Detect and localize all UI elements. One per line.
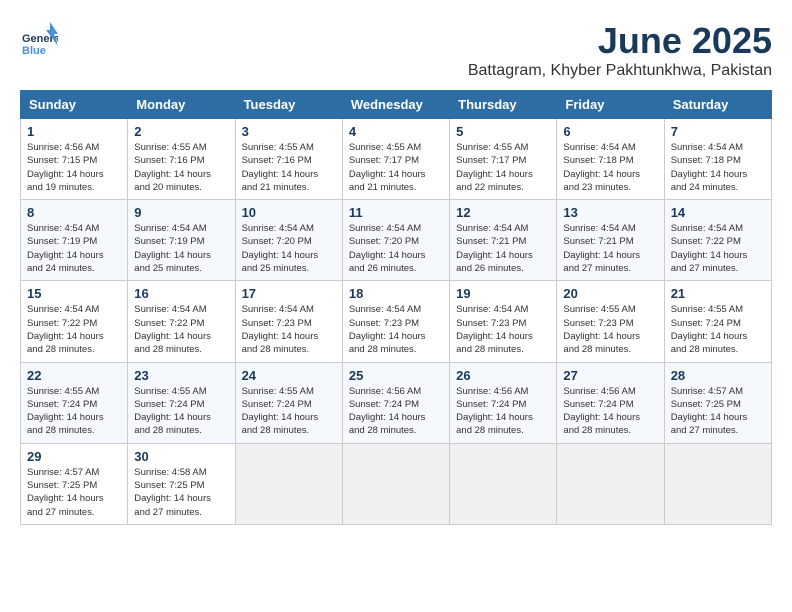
calendar-week-row: 1Sunrise: 4:56 AMSunset: 7:15 PMDaylight…	[21, 119, 772, 200]
table-row: 28Sunrise: 4:57 AMSunset: 7:25 PMDayligh…	[664, 362, 771, 443]
page-header: General Blue June 2025 Battagram, Khyber…	[20, 20, 772, 80]
table-row: 30Sunrise: 4:58 AMSunset: 7:25 PMDayligh…	[128, 443, 235, 524]
svg-text:Blue: Blue	[22, 45, 46, 57]
table-row: 14Sunrise: 4:54 AMSunset: 7:22 PMDayligh…	[664, 200, 771, 281]
table-row: 18Sunrise: 4:54 AMSunset: 7:23 PMDayligh…	[342, 281, 449, 362]
table-row: 20Sunrise: 4:55 AMSunset: 7:23 PMDayligh…	[557, 281, 664, 362]
table-row: 13Sunrise: 4:54 AMSunset: 7:21 PMDayligh…	[557, 200, 664, 281]
table-row: 7Sunrise: 4:54 AMSunset: 7:18 PMDaylight…	[664, 119, 771, 200]
empty-cell	[450, 443, 557, 524]
table-row: 11Sunrise: 4:54 AMSunset: 7:20 PMDayligh…	[342, 200, 449, 281]
table-row: 1Sunrise: 4:56 AMSunset: 7:15 PMDaylight…	[21, 119, 128, 200]
table-row: 5Sunrise: 4:55 AMSunset: 7:17 PMDaylight…	[450, 119, 557, 200]
calendar-week-row: 22Sunrise: 4:55 AMSunset: 7:24 PMDayligh…	[21, 362, 772, 443]
table-row: 25Sunrise: 4:56 AMSunset: 7:24 PMDayligh…	[342, 362, 449, 443]
calendar-week-row: 29Sunrise: 4:57 AMSunset: 7:25 PMDayligh…	[21, 443, 772, 524]
table-row: 21Sunrise: 4:55 AMSunset: 7:24 PMDayligh…	[664, 281, 771, 362]
calendar-header-row: Sunday Monday Tuesday Wednesday Thursday…	[21, 91, 772, 119]
logo-icon: General Blue	[20, 20, 58, 58]
table-row: 8Sunrise: 4:54 AMSunset: 7:19 PMDaylight…	[21, 200, 128, 281]
table-row: 23Sunrise: 4:55 AMSunset: 7:24 PMDayligh…	[128, 362, 235, 443]
col-friday: Friday	[557, 91, 664, 119]
table-row: 24Sunrise: 4:55 AMSunset: 7:24 PMDayligh…	[235, 362, 342, 443]
table-row: 6Sunrise: 4:54 AMSunset: 7:18 PMDaylight…	[557, 119, 664, 200]
calendar-week-row: 15Sunrise: 4:54 AMSunset: 7:22 PMDayligh…	[21, 281, 772, 362]
col-saturday: Saturday	[664, 91, 771, 119]
col-sunday: Sunday	[21, 91, 128, 119]
table-row: 15Sunrise: 4:54 AMSunset: 7:22 PMDayligh…	[21, 281, 128, 362]
table-row: 16Sunrise: 4:54 AMSunset: 7:22 PMDayligh…	[128, 281, 235, 362]
table-row: 27Sunrise: 4:56 AMSunset: 7:24 PMDayligh…	[557, 362, 664, 443]
empty-cell	[342, 443, 449, 524]
empty-cell	[557, 443, 664, 524]
table-row: 29Sunrise: 4:57 AMSunset: 7:25 PMDayligh…	[21, 443, 128, 524]
table-row: 12Sunrise: 4:54 AMSunset: 7:21 PMDayligh…	[450, 200, 557, 281]
table-row: 17Sunrise: 4:54 AMSunset: 7:23 PMDayligh…	[235, 281, 342, 362]
month-title: June 2025	[468, 20, 772, 62]
col-monday: Monday	[128, 91, 235, 119]
table-row: 2Sunrise: 4:55 AMSunset: 7:16 PMDaylight…	[128, 119, 235, 200]
calendar-week-row: 8Sunrise: 4:54 AMSunset: 7:19 PMDaylight…	[21, 200, 772, 281]
table-row: 22Sunrise: 4:55 AMSunset: 7:24 PMDayligh…	[21, 362, 128, 443]
title-block: June 2025 Battagram, Khyber Pakhtunkhwa,…	[468, 20, 772, 80]
table-row: 19Sunrise: 4:54 AMSunset: 7:23 PMDayligh…	[450, 281, 557, 362]
table-row: 3Sunrise: 4:55 AMSunset: 7:16 PMDaylight…	[235, 119, 342, 200]
location-title: Battagram, Khyber Pakhtunkhwa, Pakistan	[468, 62, 772, 80]
table-row: 26Sunrise: 4:56 AMSunset: 7:24 PMDayligh…	[450, 362, 557, 443]
table-row: 9Sunrise: 4:54 AMSunset: 7:19 PMDaylight…	[128, 200, 235, 281]
table-row: 10Sunrise: 4:54 AMSunset: 7:20 PMDayligh…	[235, 200, 342, 281]
col-wednesday: Wednesday	[342, 91, 449, 119]
calendar-table: Sunday Monday Tuesday Wednesday Thursday…	[20, 90, 772, 525]
logo: General Blue	[20, 20, 58, 58]
empty-cell	[235, 443, 342, 524]
col-thursday: Thursday	[450, 91, 557, 119]
empty-cell	[664, 443, 771, 524]
col-tuesday: Tuesday	[235, 91, 342, 119]
table-row: 4Sunrise: 4:55 AMSunset: 7:17 PMDaylight…	[342, 119, 449, 200]
